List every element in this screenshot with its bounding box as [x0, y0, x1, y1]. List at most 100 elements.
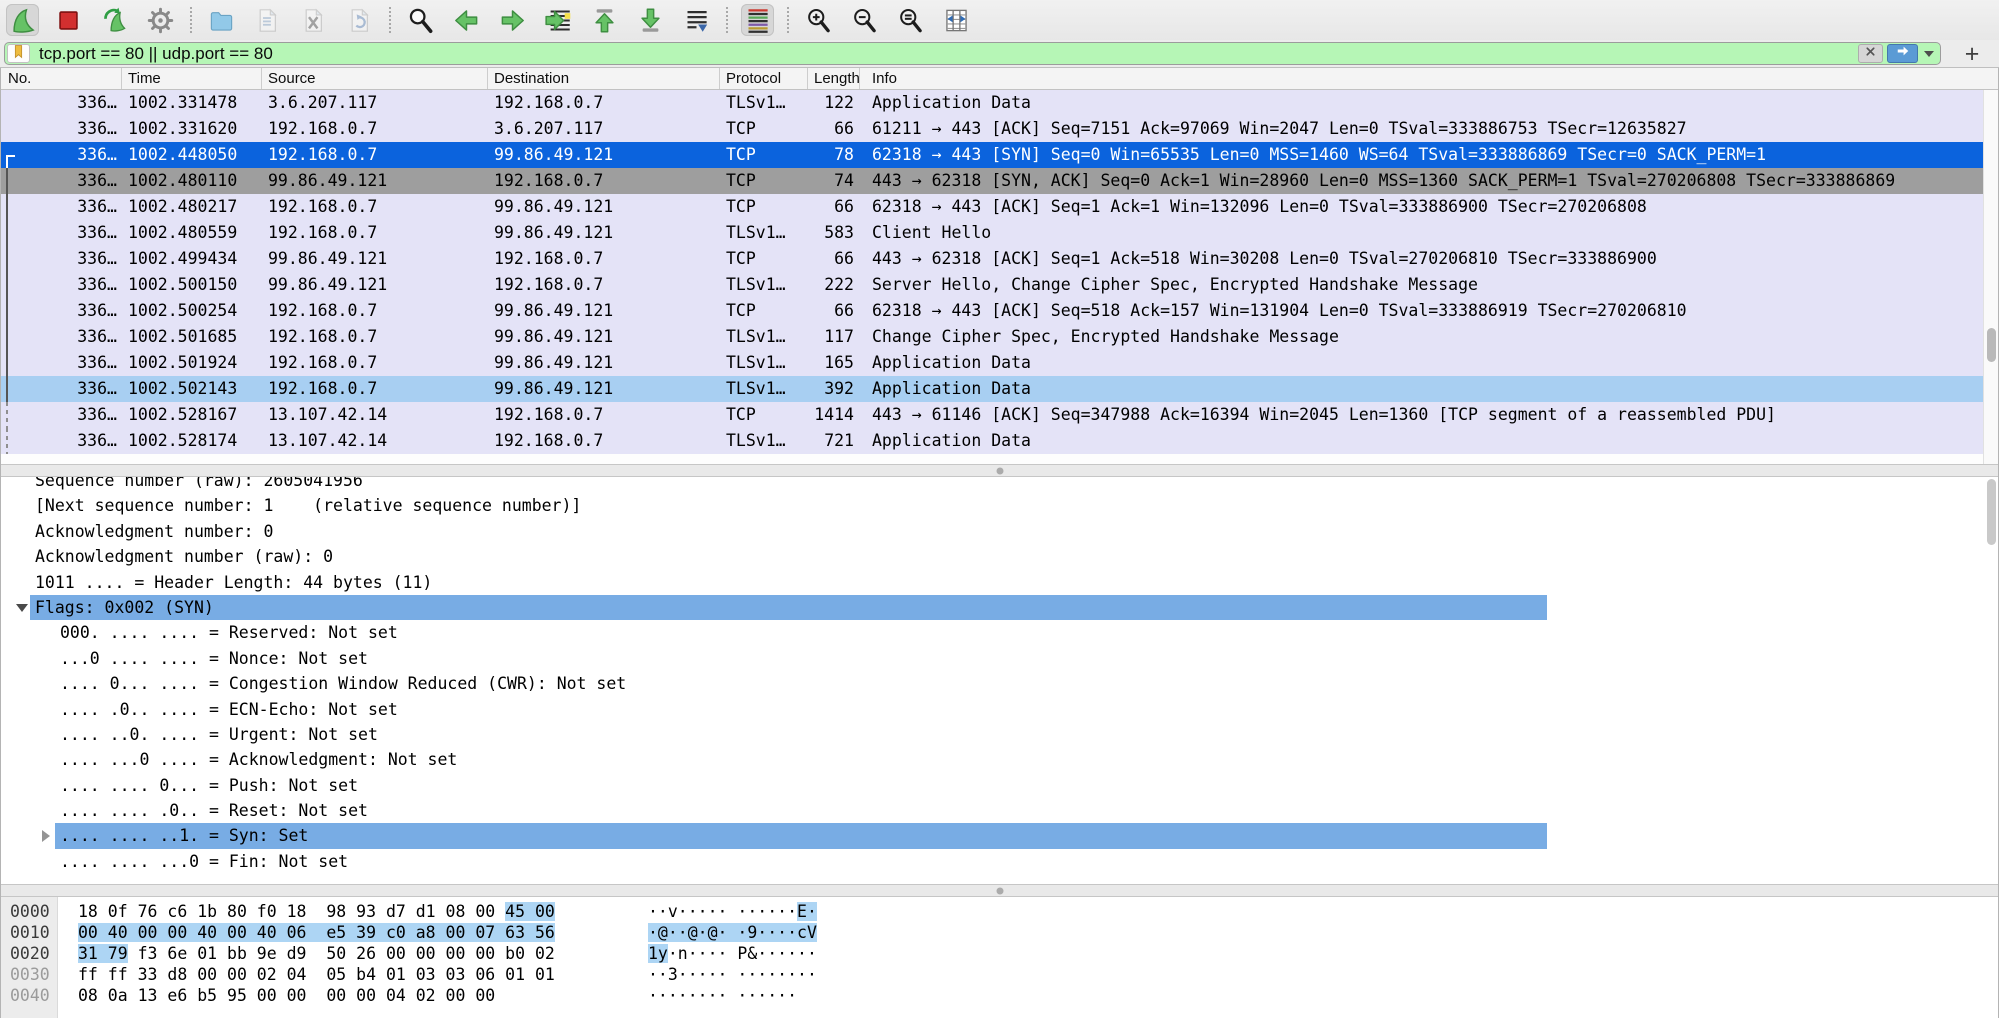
- detail-line[interactable]: ...0 .... .... = Nonce: Not set: [0, 646, 1999, 671]
- detail-line[interactable]: 1011 .... = Header Length: 44 bytes (11): [0, 570, 1999, 595]
- detail-line[interactable]: .... .0.. .... = ECN-Echo: Not set: [0, 697, 1999, 722]
- column-header-protocol[interactable]: Protocol: [720, 68, 808, 89]
- packet-row[interactable]: 336…1002.50015099.86.49.121192.168.0.7TL…: [0, 272, 1983, 298]
- save-file-icon: [254, 7, 281, 34]
- packet-bytes-pane: 000018 0f 76 c6 1b 80 f0 18 98 93 d7 d1 …: [0, 897, 1999, 1018]
- packet-row[interactable]: 336…1002.501685192.168.0.799.86.49.121TL…: [0, 324, 1983, 350]
- bookmark-icon: [11, 44, 26, 64]
- packet-row[interactable]: 336…1002.52817413.107.42.14192.168.0.7TL…: [0, 428, 1983, 454]
- column-header-length[interactable]: Length: [808, 68, 860, 89]
- hex-offset: 0000: [10, 901, 50, 922]
- add-filter-button[interactable]: +: [1955, 41, 1989, 67]
- go-to-packet-button[interactable]: [542, 4, 575, 36]
- packet-row[interactable]: 336…1002.502143192.168.0.799.86.49.121TL…: [0, 376, 1983, 402]
- expander-right-icon[interactable]: [42, 830, 50, 842]
- packet-row[interactable]: 336…1002.52816713.107.42.14192.168.0.7TC…: [0, 402, 1983, 428]
- filter-bookmark-button[interactable]: [7, 44, 30, 63]
- hex-row[interactable]: 000018 0f 76 c6 1b 80 f0 18 98 93 d7 d1 …: [0, 901, 1999, 922]
- details-scrollbar-thumb[interactable]: [1987, 479, 1996, 545]
- scrollbar-thumb[interactable]: [1987, 328, 1996, 362]
- hex-row[interactable]: 001000 40 00 00 40 00 40 06 e5 39 c0 a8 …: [0, 922, 1999, 943]
- cell-source: 192.168.0.7: [262, 298, 488, 324]
- go-back-button[interactable]: [450, 4, 483, 36]
- detail-line[interactable]: Acknowledgment number: 0: [0, 519, 1999, 544]
- column-header-time[interactable]: Time: [122, 68, 262, 89]
- detail-text: .... ...0 .... = Acknowledgment: Not set: [60, 747, 457, 772]
- filter-dropdown-button[interactable]: [1918, 44, 1940, 63]
- stop-capture-button[interactable]: [52, 4, 85, 36]
- go-first-packet-button[interactable]: [588, 4, 621, 36]
- open-file-button[interactable]: [205, 4, 238, 36]
- go-to-packet-icon: [545, 7, 572, 34]
- colorize-packets-icon: [744, 7, 771, 34]
- close-file-button[interactable]: [297, 4, 330, 36]
- reload-file-button[interactable]: [343, 4, 376, 36]
- detail-line[interactable]: Sequence number (raw): 2605041956: [0, 477, 1999, 493]
- packet-row[interactable]: 336…1002.331620192.168.0.73.6.207.117TCP…: [0, 116, 1983, 142]
- detail-line[interactable]: Acknowledgment number (raw): 0: [0, 544, 1999, 569]
- cell-length: 583: [808, 220, 860, 246]
- cell-protocol: TLSv1…: [720, 376, 808, 402]
- packet-row[interactable]: 336…1002.501924192.168.0.799.86.49.121TL…: [0, 350, 1983, 376]
- detail-line[interactable]: .... .... ...0 = Fin: Not set: [0, 849, 1999, 874]
- splitter-details-bytes[interactable]: [0, 884, 1999, 897]
- hex-bytes: ff ff 33 d8 00 00 02 04 05 b4 01 03 03 0…: [78, 964, 555, 985]
- hex-row[interactable]: 0030ff ff 33 d8 00 00 02 04 05 b4 01 03 …: [0, 964, 1999, 985]
- expander-down-icon[interactable]: [16, 604, 28, 612]
- cell-source: 192.168.0.7: [262, 350, 488, 376]
- zoom-in-button[interactable]: [802, 4, 835, 36]
- zoom-out-button[interactable]: [848, 4, 881, 36]
- hex-ascii: ········ ······: [648, 985, 797, 1006]
- packet-row[interactable]: 336…1002.49943499.86.49.121192.168.0.7TC…: [0, 246, 1983, 272]
- packet-row[interactable]: 336…1002.480217192.168.0.799.86.49.121TC…: [0, 194, 1983, 220]
- zoom-reset-button[interactable]: [894, 4, 927, 36]
- detail-line[interactable]: .... 0... .... = Congestion Window Reduc…: [0, 671, 1999, 696]
- save-file-button[interactable]: [251, 4, 284, 36]
- display-filter-input[interactable]: [35, 43, 1858, 64]
- packet-row[interactable]: 336…1002.480559192.168.0.799.86.49.121TL…: [0, 220, 1983, 246]
- hex-row[interactable]: 004008 0a 13 e6 b5 95 00 00 00 00 04 02 …: [0, 985, 1999, 1006]
- colorize-packets-button[interactable]: [741, 4, 774, 36]
- hex-row[interactable]: 002031 79 f3 6e 01 bb 9e d9 50 26 00 00 …: [0, 943, 1999, 964]
- detail-line[interactable]: .... .... 0... = Push: Not set: [0, 773, 1999, 798]
- column-header-no[interactable]: No.: [0, 68, 122, 89]
- go-last-packet-button[interactable]: [634, 4, 667, 36]
- clear-filter-button[interactable]: [1858, 44, 1883, 63]
- hex-bytes: 31 79 f3 6e 01 bb 9e d9 50 26 00 00 00 0…: [78, 943, 555, 964]
- start-capture-button[interactable]: [6, 4, 39, 36]
- detail-line[interactable]: .... .... ..1. = Syn: Set: [0, 823, 1999, 848]
- detail-line[interactable]: .... ...0 .... = Acknowledgment: Not set: [0, 747, 1999, 772]
- detail-line[interactable]: 000. .... .... = Reserved: Not set: [0, 620, 1999, 645]
- restart-capture-button[interactable]: [98, 4, 131, 36]
- conversation-mark: [6, 402, 18, 428]
- conversation-mark: [6, 142, 18, 168]
- toolbar-separator: [787, 7, 789, 33]
- conversation-mark: [6, 194, 18, 220]
- column-header-source[interactable]: Source: [262, 68, 488, 89]
- column-header-destination[interactable]: Destination: [488, 68, 720, 89]
- cell-info: 61211 → 443 [ACK] Seq=7151 Ack=97069 Win…: [860, 116, 1983, 142]
- packet-row[interactable]: 336…1002.48011099.86.49.121192.168.0.7TC…: [0, 168, 1983, 194]
- column-header-info[interactable]: Info: [860, 68, 1999, 89]
- display-filter-field[interactable]: [4, 42, 1941, 65]
- resize-columns-button[interactable]: [940, 4, 973, 36]
- conversation-mark: [6, 168, 18, 194]
- auto-scroll-button[interactable]: [680, 4, 713, 36]
- splitter-list-details[interactable]: [0, 464, 1999, 477]
- find-packet-button[interactable]: [404, 4, 437, 36]
- packet-row[interactable]: 336…1002.500254192.168.0.799.86.49.121TC…: [0, 298, 1983, 324]
- chevron-down-icon: [1924, 51, 1934, 57]
- resize-columns-icon: [943, 7, 970, 34]
- go-forward-button[interactable]: [496, 4, 529, 36]
- detail-line[interactable]: .... ..0. .... = Urgent: Not set: [0, 722, 1999, 747]
- capture-options-button[interactable]: [144, 4, 177, 36]
- detail-line[interactable]: Flags: 0x002 (SYN): [0, 595, 1999, 620]
- packet-list-scrollbar[interactable]: [1983, 90, 1999, 464]
- cell-destination: 99.86.49.121: [488, 298, 720, 324]
- apply-filter-button[interactable]: [1887, 44, 1918, 63]
- packet-row[interactable]: 336…1002.448050192.168.0.799.86.49.121TC…: [0, 142, 1983, 168]
- detail-line[interactable]: .... .... .0.. = Reset: Not set: [0, 798, 1999, 823]
- detail-line[interactable]: [Next sequence number: 1 (relative seque…: [0, 493, 1999, 518]
- hex-ascii: 1y·n···· P&······: [648, 943, 817, 964]
- packet-row[interactable]: 336…1002.3314783.6.207.117192.168.0.7TLS…: [0, 90, 1983, 116]
